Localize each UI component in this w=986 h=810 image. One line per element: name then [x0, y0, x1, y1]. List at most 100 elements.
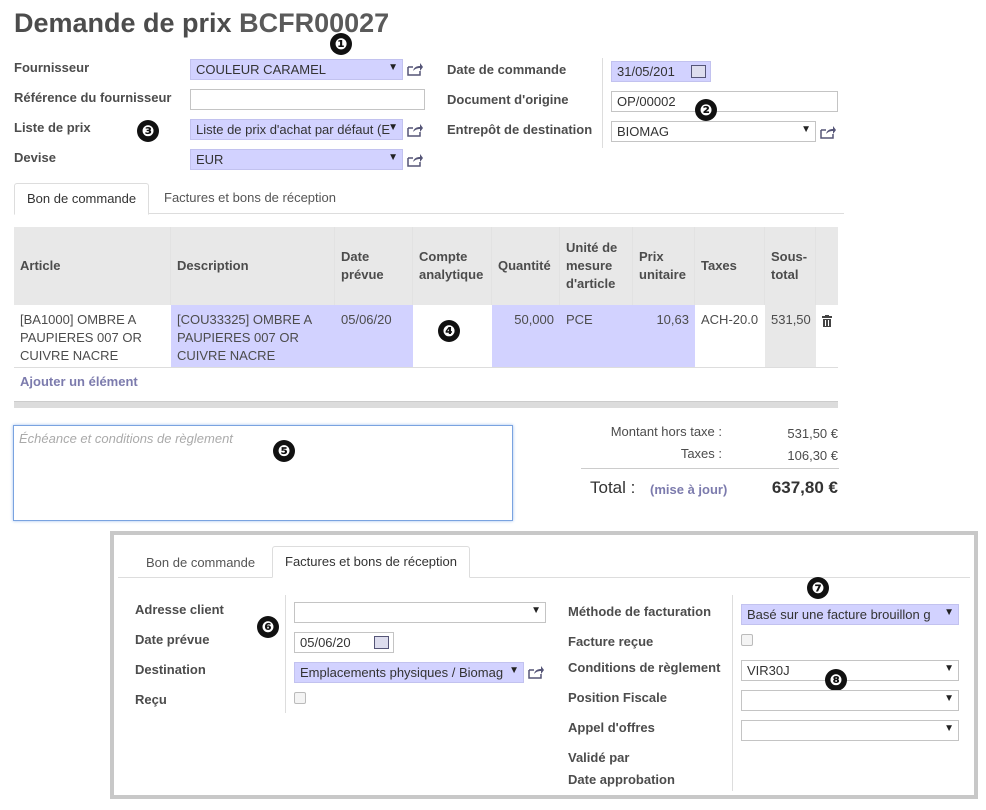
- row-price: 10,63: [633, 305, 695, 367]
- column-header-quantity[interactable]: Quantité: [492, 227, 560, 305]
- currency-value: EUR: [196, 152, 224, 167]
- row-subtotal: 531,50: [765, 305, 816, 367]
- chevron-down-icon: ▼: [944, 693, 954, 704]
- supplier-select[interactable]: COULEUR CARAMEL ▼: [190, 59, 403, 80]
- totals-divider: [581, 468, 839, 469]
- row-taxes: ACH-20.0: [701, 312, 759, 327]
- chevron-down-icon: ▼: [801, 124, 811, 135]
- inset-tab-invoices-receptions[interactable]: Factures et bons de réception: [272, 546, 470, 578]
- payment-terms-select[interactable]: VIR30J ▼: [741, 660, 959, 681]
- inset-tab-purchase-order[interactable]: Bon de commande: [134, 548, 267, 580]
- external-link-icon[interactable]: [528, 665, 544, 679]
- callout-8: ❽: [825, 669, 847, 691]
- supplier-ref-label: Référence du fournisseur: [14, 90, 172, 105]
- total-value: 637,80 €: [771, 478, 838, 497]
- row-article: [BA1000] OMBRE A PAUPIERES 007 OR CUIVRE…: [20, 312, 142, 363]
- pricelist-label: Liste de prix: [14, 120, 91, 135]
- tab-purchase-order[interactable]: Bon de commande: [14, 183, 150, 215]
- payment-terms-value: VIR30J: [747, 663, 790, 678]
- chevron-down-icon: ▼: [388, 122, 398, 133]
- expected-date-input[interactable]: 05/06/20: [294, 632, 394, 653]
- purchase-reference: BCFR00027: [239, 8, 390, 38]
- approval-date-label: Date approbation: [568, 772, 675, 787]
- column-header-price[interactable]: Prix unitaire: [633, 227, 695, 305]
- chevron-down-icon: ▼: [388, 62, 398, 73]
- currency-label: Devise: [14, 150, 56, 165]
- chevron-down-icon: ▼: [531, 605, 541, 616]
- row-date: 05/06/20: [335, 305, 413, 367]
- supplier-value: COULEUR CARAMEL: [196, 62, 327, 77]
- callout-5: ❺: [273, 440, 295, 462]
- customer-address-label: Adresse client: [135, 602, 224, 617]
- destination-select[interactable]: Emplacements physiques / Biomag ▼: [294, 662, 524, 683]
- destination-value: Emplacements physiques / Biomag: [300, 665, 504, 680]
- notes-placeholder: Échéance et conditions de règlement: [19, 431, 233, 446]
- received-checkbox[interactable]: [294, 692, 306, 704]
- add-item-link[interactable]: Ajouter un élément: [20, 374, 138, 389]
- untaxed-label: Montant hors taxe :: [610, 424, 722, 439]
- column-header-taxes[interactable]: Taxes: [695, 227, 765, 305]
- callout-4: ❹: [438, 320, 460, 342]
- order-date-input[interactable]: 31/05/201: [611, 61, 711, 82]
- warehouse-select[interactable]: BIOMAG ▼: [611, 121, 816, 142]
- destination-label: Destination: [135, 662, 206, 677]
- invoice-received-label: Facture reçue: [568, 634, 654, 649]
- warehouse-value: BIOMAG: [617, 124, 670, 139]
- table-footer: [14, 401, 838, 408]
- order-date-label: Date de commande: [447, 62, 567, 77]
- fiscal-position-label: Position Fiscale: [568, 690, 667, 705]
- row-description: [COU33325] OMBRE A PAUPIERES 007 OR CUIV…: [171, 305, 335, 367]
- payment-notes-textarea[interactable]: Échéance et conditions de règlement: [13, 425, 513, 521]
- expected-date-label: Date prévue: [135, 632, 210, 647]
- external-link-icon[interactable]: [407, 123, 423, 137]
- customer-address-select[interactable]: ▼: [294, 602, 546, 623]
- invoice-method-select[interactable]: Basé sur une facture brouillon g ▼: [741, 604, 959, 625]
- column-header-subtotal[interactable]: Sous-total: [765, 227, 816, 305]
- currency-select[interactable]: EUR ▼: [190, 149, 403, 170]
- warehouse-label: Entrepôt de destination: [447, 122, 593, 137]
- row-uom: PCE: [560, 305, 633, 367]
- chevron-down-icon: ▼: [509, 665, 519, 676]
- payment-terms-label: Conditions de règlement: [568, 660, 721, 675]
- callout-7: ❼: [807, 577, 829, 599]
- tender-label: Appel d'offres: [568, 720, 655, 735]
- column-header-uom[interactable]: Unité de mesure d'article: [560, 227, 633, 305]
- invoice-method-label: Méthode de facturation: [568, 604, 712, 619]
- tender-select[interactable]: ▼: [741, 720, 959, 741]
- origin-input[interactable]: OP/00002: [611, 91, 838, 112]
- calendar-icon[interactable]: [374, 636, 389, 649]
- column-header-description[interactable]: Description: [171, 227, 335, 305]
- trash-icon[interactable]: [822, 315, 832, 327]
- external-link-icon[interactable]: [407, 153, 423, 167]
- taxes-value: 106,30 €: [787, 448, 838, 463]
- update-total-link[interactable]: (mise à jour): [650, 482, 727, 497]
- tab-invoices-receptions[interactable]: Factures et bons de réception: [152, 183, 348, 215]
- column-header-article[interactable]: Article: [14, 227, 171, 305]
- table-row[interactable]: [BA1000] OMBRE A PAUPIERES 007 OR CUIVRE…: [14, 305, 838, 367]
- invoice-method-value: Basé sur une facture brouillon g: [747, 607, 931, 622]
- column-divider: [602, 58, 603, 148]
- expected-date-value: 05/06/20: [300, 635, 351, 650]
- taxes-label: Taxes :: [680, 446, 722, 461]
- order-date-value: 31/05/201: [617, 64, 675, 79]
- supplier-ref-input[interactable]: [190, 89, 425, 110]
- fiscal-position-select[interactable]: ▼: [741, 690, 959, 711]
- inset-left-divider: [285, 595, 286, 713]
- external-link-icon[interactable]: [407, 62, 423, 76]
- callout-1: ❶: [330, 33, 352, 55]
- received-label: Reçu: [135, 692, 167, 707]
- callout-3: ❸: [137, 120, 159, 142]
- callout-6: ❻: [257, 616, 279, 638]
- column-header-date[interactable]: Date prévue: [335, 227, 413, 305]
- external-link-icon[interactable]: [820, 125, 836, 139]
- pricelist-select[interactable]: Liste de prix d'achat par défaut (E ▼: [190, 119, 403, 140]
- row-quantity: 50,000: [492, 305, 560, 367]
- calendar-icon[interactable]: [691, 65, 706, 78]
- page-title: Demande de prix BCFR00027: [14, 8, 389, 39]
- column-header-account[interactable]: Compte analytique: [413, 227, 492, 305]
- pricelist-value: Liste de prix d'achat par défaut (E: [196, 122, 390, 137]
- invoice-received-checkbox[interactable]: [741, 634, 753, 646]
- validated-by-label: Validé par: [568, 750, 630, 765]
- origin-label: Document d'origine: [447, 92, 569, 107]
- total-label: Total :: [590, 478, 636, 497]
